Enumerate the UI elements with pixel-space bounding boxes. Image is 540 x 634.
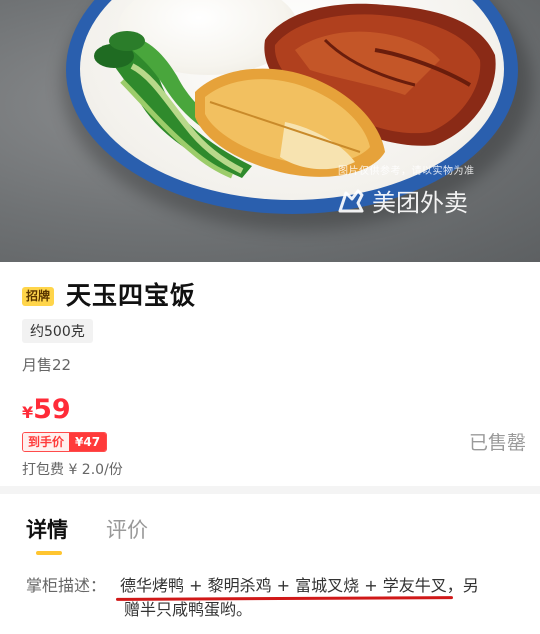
sold-out-status: 已售罄 (468, 432, 526, 454)
product-title: 天玉四宝饭 (66, 281, 197, 310)
description-highlight: 德华烤鸭 + 黎明杀鸡 + 富城叉烧 + 学友牛叉 (120, 574, 447, 598)
weight-tag: 约500克 (22, 319, 93, 343)
final-price-badge: 到手价 ¥47 (22, 432, 108, 452)
active-tab-indicator (36, 551, 62, 555)
product-info-card: 招牌 天玉四宝饭 约500克 月售22 ¥59 到手价 ¥47 打包费 ¥ 2.… (0, 262, 540, 486)
detail-section: 详情 评价 掌柜描述： 德华烤鸭 + 黎明杀鸡 + 富城叉烧 + 学友牛叉 ，另… (0, 494, 540, 634)
detail-tabs: 详情 评价 (26, 514, 148, 544)
monthly-sales: 月售22 (22, 356, 72, 374)
kangaroo-logo-icon (338, 189, 364, 212)
description-tail: ，另 (446, 576, 479, 595)
product-photo[interactable]: 图片仅供参考，请以实物为准 美团外卖 (0, 0, 540, 262)
final-price-value: ¥47 (69, 433, 107, 451)
tab-reviews[interactable]: 评价 (106, 514, 148, 544)
tab-details[interactable]: 详情 (26, 514, 68, 544)
price-value: 59 (33, 394, 71, 425)
price-currency: ¥ (22, 403, 34, 422)
watermark-logo: 美团外卖 (336, 183, 468, 218)
description-line2: 赠半只咸鸭蛋哟。 (124, 600, 253, 619)
watermark-note: 图片仅供参考，请以实物为准 (338, 166, 475, 177)
description-label: 掌柜描述： (26, 576, 107, 595)
signature-badge: 招牌 (22, 287, 55, 306)
final-price-label: 到手价 (23, 433, 70, 451)
shopkeeper-description: 掌柜描述： 德华烤鸭 + 黎明杀鸡 + 富城叉烧 + 学友牛叉 ，另 赠半只咸鸭… (26, 574, 526, 622)
packing-fee: 打包费 ¥ 2.0/份 (22, 462, 123, 478)
product-detail-page: 图片仅供参考，请以实物为准 美团外卖 招牌 天玉四宝饭 约500克 月售22 ¥… (0, 0, 540, 634)
price: ¥59 (22, 394, 71, 425)
watermark-brand: 美团外卖 (372, 189, 468, 217)
